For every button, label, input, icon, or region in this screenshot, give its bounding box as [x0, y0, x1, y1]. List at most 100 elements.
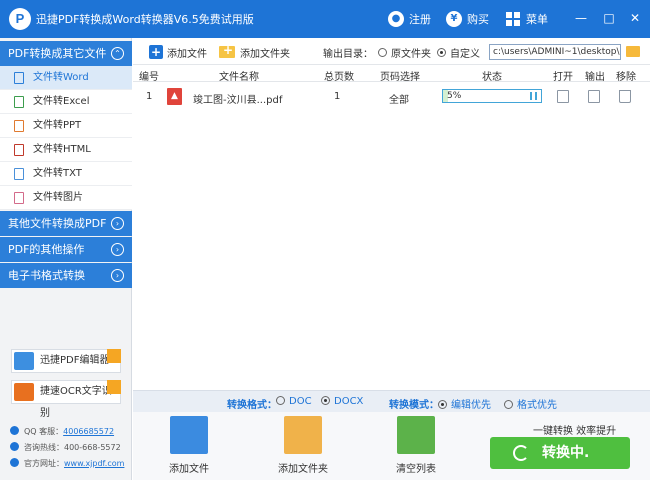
add-file-icon — [170, 416, 208, 454]
excel-file-icon — [14, 96, 24, 108]
col-range: 页码选择 — [380, 72, 420, 83]
contact-site: 官方网址：www.xjpdf.com — [10, 458, 124, 469]
col-index: 编号 — [139, 72, 159, 83]
convert-button[interactable]: 转换中. — [490, 437, 630, 469]
qq-link[interactable]: 4006685572 — [63, 427, 114, 436]
radio-on-icon — [438, 400, 447, 409]
sidebar-item-label: 文件转PPT — [33, 120, 82, 131]
phone-icon — [10, 442, 19, 451]
output-original-radio[interactable]: 原文件夹 — [378, 44, 431, 60]
col-open: 打开 — [553, 72, 573, 83]
format-bar: 转换格式： DOC DOCX 转换模式： 编辑优先 格式优先 — [133, 390, 650, 412]
register-button[interactable]: ● 注册 — [388, 9, 431, 29]
chevron-right-icon: › — [111, 269, 124, 282]
app-title: 迅捷PDF转换成Word转换器V6.5免费试用版 — [36, 13, 254, 26]
grid-menu-icon — [506, 12, 520, 26]
close-icon[interactable]: ✕ — [627, 10, 643, 26]
add-file-button[interactable]: + 添加文件 — [149, 44, 207, 60]
maximize-icon[interactable]: □ — [601, 10, 617, 26]
contact-hotline: 咨询热线：400-668-5572 — [10, 442, 121, 453]
output-custom-radio[interactable]: 自定义 — [437, 44, 480, 60]
contact-qq: QQ 客服：4006685572 — [10, 426, 114, 437]
home-icon — [10, 458, 19, 467]
plus-icon: + — [149, 45, 163, 59]
app-logo: P — [9, 8, 31, 30]
title-bar: P 迅捷PDF转换成Word转换器V6.5免费试用版 ● 注册 ¥ 购买 菜单 … — [0, 0, 650, 38]
radio-off-icon — [504, 400, 513, 409]
sidebar-item-image[interactable]: 文件转图片 — [0, 186, 132, 210]
sidebar-item-excel[interactable]: 文件转Excel — [0, 90, 132, 114]
mode-label: 转换模式： — [389, 400, 439, 411]
yen-icon: ¥ — [446, 11, 462, 27]
output-dir-label: 输出目录： — [323, 48, 373, 60]
sidebar-item-word[interactable]: 文件转Word — [0, 66, 132, 90]
format-doc-radio[interactable]: DOC — [276, 396, 312, 407]
output-path-input[interactable] — [489, 44, 621, 60]
category-label: 电子书格式转换 — [8, 269, 85, 282]
ppt-file-icon — [14, 120, 24, 132]
add-folder-button[interactable]: 添加文件夹 — [219, 43, 290, 60]
col-name: 文件名称 — [219, 72, 259, 83]
sidebar-item-label: 文件转HTML — [33, 144, 91, 155]
menu-label: 菜单 — [526, 13, 548, 26]
bottom-add-file-button[interactable]: 添加文件 — [154, 416, 224, 478]
format-docx-radio[interactable]: DOCX — [321, 396, 363, 407]
row-index: 1 — [146, 91, 153, 102]
buy-label: 购买 — [467, 13, 489, 26]
table-row[interactable]: 1 ▲ 竣工图-汶川县...pdf 1 全部 5% — [133, 84, 650, 110]
minimize-icon[interactable]: — — [573, 10, 589, 26]
html-file-icon — [14, 144, 24, 156]
conversion-progress[interactable]: 5% — [442, 89, 542, 103]
promo-label: 迅捷PDF编辑器 — [40, 355, 110, 366]
sidebar-category-pdf-to-other[interactable]: PDF转换成其它文件 ⌃ — [0, 41, 132, 66]
trash-icon[interactable] — [619, 90, 631, 103]
sidebar-category-pdf-ops[interactable]: PDF的其他操作 › — [0, 237, 132, 262]
pause-icon[interactable] — [530, 92, 537, 100]
sidebar: PDF转换成其它文件 ⌃ 文件转Word 文件转Excel 文件转PPT 文件转… — [0, 38, 132, 480]
file-toolbar: + 添加文件 添加文件夹 输出目录： 原文件夹 自定义 — [133, 38, 650, 65]
menu-button[interactable]: 菜单 — [506, 9, 548, 29]
chevron-up-icon: ⌃ — [111, 47, 124, 60]
add-folder-icon — [284, 416, 322, 454]
row-range[interactable]: 全部 — [389, 91, 409, 106]
sidebar-item-html[interactable]: 文件转HTML — [0, 138, 132, 162]
category-label: PDF的其他操作 — [8, 243, 85, 256]
bottom-add-folder-button[interactable]: 添加文件夹 — [268, 416, 338, 478]
col-output: 输出 — [585, 72, 605, 83]
ocr-logo-icon — [14, 383, 34, 401]
radio-off-icon — [276, 396, 285, 405]
promo-corner-badge — [107, 349, 121, 363]
buy-button[interactable]: ¥ 购买 — [446, 9, 489, 29]
user-icon: ● — [388, 11, 404, 27]
category-label: 其他文件转换成PDF — [8, 217, 107, 230]
radio-on-icon — [321, 396, 330, 405]
folder-add-icon — [219, 43, 235, 58]
broom-icon — [397, 416, 435, 454]
browse-folder-icon[interactable] — [626, 46, 640, 57]
col-status: 状态 — [482, 72, 502, 83]
col-remove: 移除 — [616, 72, 636, 83]
format-label: 转换格式： — [227, 400, 277, 411]
promo-pdf-editor[interactable]: 迅捷PDF编辑器 — [11, 349, 121, 373]
register-label: 注册 — [409, 13, 431, 26]
site-link[interactable]: www.xjpdf.com — [64, 459, 124, 468]
chevron-right-icon: › — [111, 217, 124, 230]
sidebar-item-label: 文件转TXT — [33, 168, 82, 179]
open-external-icon[interactable] — [557, 90, 569, 103]
mode-format-radio[interactable]: 格式优先 — [504, 396, 557, 411]
word-file-icon — [14, 72, 24, 84]
clear-list-button[interactable]: 清空列表 — [381, 416, 451, 478]
sidebar-item-ppt[interactable]: 文件转PPT — [0, 114, 132, 138]
sidebar-category-ebook[interactable]: 电子书格式转换 › — [0, 263, 132, 288]
promo-label: 捷速OCR文字识别 — [40, 386, 112, 419]
file-table-header: 编号 文件名称 总页数 页码选择 状态 打开 输出 移除 — [133, 66, 650, 83]
pdf-editor-logo-icon — [14, 352, 34, 370]
sidebar-item-txt[interactable]: 文件转TXT — [0, 162, 132, 186]
bottom-actions: 添加文件 添加文件夹 清空列表 一键转换 效率提升 转换中. — [133, 412, 650, 480]
output-folder-icon[interactable] — [588, 90, 600, 103]
promo-ocr[interactable]: 捷速OCR文字识别 — [11, 380, 121, 419]
sidebar-category-other-to-pdf[interactable]: 其他文件转换成PDF › — [0, 211, 132, 236]
radio-off-icon — [378, 47, 387, 57]
pdf-file-icon: ▲ — [167, 88, 182, 105]
mode-edit-radio[interactable]: 编辑优先 — [438, 396, 491, 411]
